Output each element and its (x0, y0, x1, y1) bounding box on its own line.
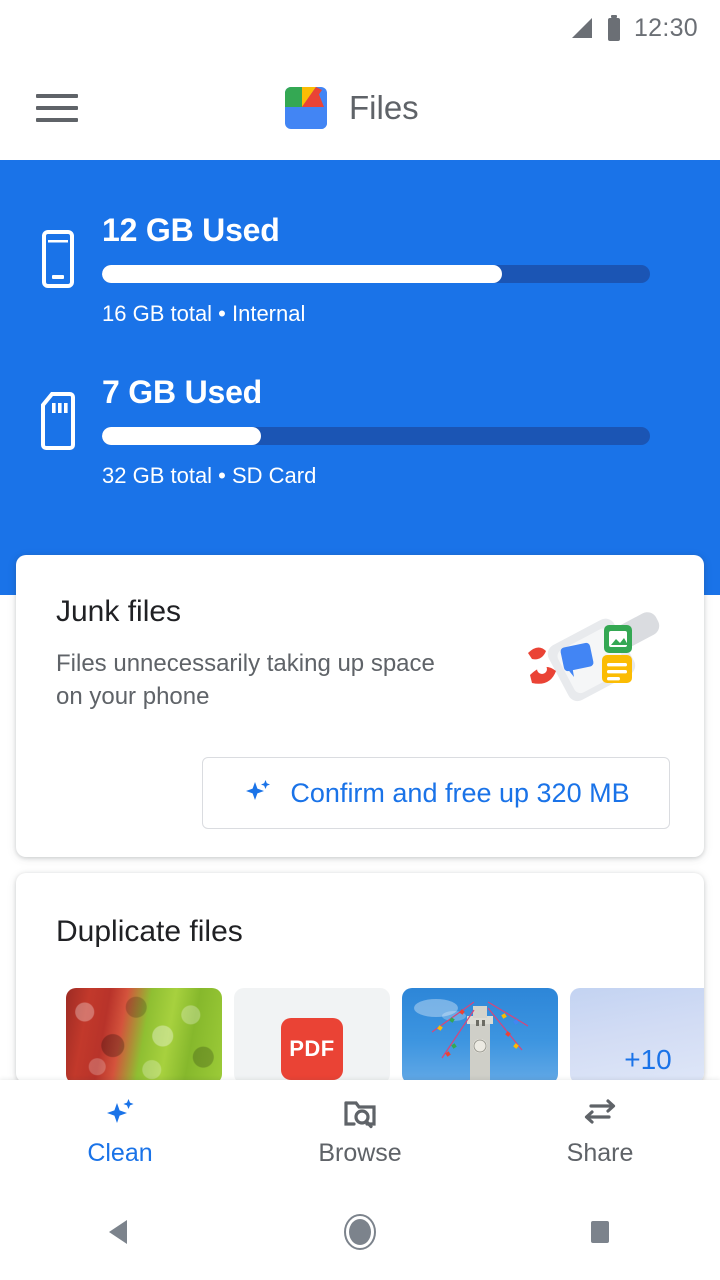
apples-photo-thumbnail[interactable] (66, 988, 222, 1083)
storage-detail-label: 32 GB total • SD Card (102, 463, 317, 488)
more-files-count: +10 (624, 1044, 672, 1075)
storage-progress-fill (102, 427, 261, 445)
storage-used-label: 7 GB Used (102, 374, 263, 410)
storage-row[interactable]: 7 GB Used 32 GB total • SD Card (0, 374, 720, 489)
duplicate-files-title: Duplicate files (56, 915, 243, 948)
back-triangle-icon[interactable] (0, 1216, 240, 1248)
files-app-screen: 12:30 Files 12 GB Used 16 GB total • Int… (0, 0, 720, 1280)
junk-files-title: Junk files (56, 595, 182, 628)
storage-progress-bar (102, 265, 650, 283)
storage-row[interactable]: 12 GB Used 16 GB total • Internal (0, 212, 720, 327)
confirm-free-up-label: Confirm and free up 320 MB (290, 777, 630, 808)
junk-files-description: Files unnecessarily taking up space on y… (56, 650, 435, 710)
android-system-nav-bar (0, 1184, 720, 1280)
storage-progress-bar (102, 427, 650, 445)
recents-square-icon[interactable] (480, 1215, 720, 1249)
files-app-logo (285, 87, 327, 129)
sparkle-icon (101, 1097, 139, 1131)
battery-icon (607, 15, 620, 41)
duplicate-thumbnail-list: PDF +10 (66, 988, 704, 1083)
storage-detail-label: 16 GB total • Internal (102, 301, 306, 326)
nav-tab-clean[interactable]: Clean (0, 1097, 240, 1168)
app-brand: Files (283, 85, 419, 131)
nav-tab-browse-label: Browse (318, 1138, 402, 1167)
storage-progress-fill (102, 265, 503, 283)
pdf-file-thumbnail[interactable]: PDF (234, 988, 390, 1083)
nav-tab-browse[interactable]: Browse (240, 1097, 480, 1168)
dustpan-with-files-icon (528, 612, 660, 702)
nav-tab-clean-label: Clean (87, 1138, 153, 1167)
status-bar-clock: 12:30 (633, 13, 698, 42)
home-circle-icon[interactable] (240, 1213, 480, 1251)
status-bar: 12:30 (0, 0, 720, 56)
phone-icon (42, 230, 74, 288)
share-arrows-icon (581, 1097, 619, 1131)
nav-tab-share-label: Share (566, 1138, 634, 1167)
more-files-thumbnail[interactable]: +10 (570, 988, 704, 1083)
pdf-badge-label: PDF (281, 1018, 343, 1080)
storage-summary-panel: 12 GB Used 16 GB total • Internal 7 GB U… (0, 160, 720, 595)
sd-card-icon (41, 392, 75, 450)
junk-files-card: Junk files Files unnecessarily taking up… (16, 555, 704, 857)
page-title: Files (349, 89, 419, 126)
hamburger-menu-icon[interactable] (36, 94, 78, 122)
app-bar: Files (0, 56, 720, 160)
folder-search-icon (341, 1097, 379, 1131)
clock-tower-art (414, 999, 529, 1083)
duplicate-files-card: Duplicate files PDF +10 (16, 873, 704, 1083)
clock-tower-photo-thumbnail[interactable] (402, 988, 558, 1083)
storage-used-label: 12 GB Used (102, 212, 280, 248)
bottom-navigation-bar: Clean Browse Share (0, 1080, 720, 1184)
sparkle-icon (246, 780, 271, 800)
confirm-free-up-button[interactable]: Confirm and free up 320 MB (202, 757, 670, 829)
nav-tab-share[interactable]: Share (480, 1097, 720, 1168)
signal-triangle-icon (571, 18, 592, 38)
